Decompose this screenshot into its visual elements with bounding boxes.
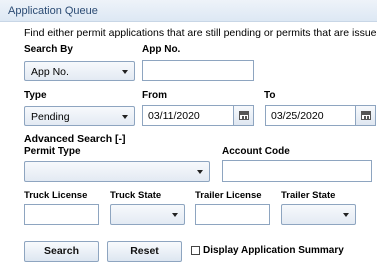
- chevron-down-icon: [197, 170, 203, 174]
- trailer-license-label: Trailer License: [195, 190, 262, 201]
- intro-text: Find either permit applications that are…: [24, 27, 377, 39]
- search-by-label: Search By: [24, 44, 73, 55]
- trailer-state-label: Trailer State: [281, 190, 336, 201]
- chevron-down-icon: [122, 115, 128, 119]
- summary-checkbox[interactable]: [191, 246, 200, 255]
- app-no-input[interactable]: [142, 60, 254, 81]
- panel-title: Application Queue: [8, 5, 98, 17]
- app-no-label: App No.: [142, 44, 181, 55]
- type-label: Type: [24, 90, 47, 101]
- search-button[interactable]: Search: [24, 241, 99, 262]
- from-label: From: [142, 90, 167, 101]
- from-calendar-button[interactable]: [233, 106, 253, 125]
- to-calendar-button[interactable]: [355, 106, 375, 125]
- type-value: Pending: [31, 111, 70, 123]
- calendar-icon: [361, 111, 371, 120]
- to-date-value: 03/25/2020: [271, 110, 324, 122]
- search-by-value: App No.: [31, 66, 69, 78]
- summary-checkbox-label[interactable]: Display Application Summary: [203, 245, 344, 256]
- trailer-license-input[interactable]: [195, 204, 270, 225]
- truck-state-label: Truck State: [110, 190, 162, 201]
- panel-header: Application Queue: [0, 0, 377, 22]
- search-by-select[interactable]: App No.: [24, 61, 135, 81]
- to-label: To: [264, 90, 276, 101]
- permit-type-select[interactable]: [24, 161, 210, 182]
- advanced-search-toggle[interactable]: Advanced Search [-]: [24, 133, 126, 145]
- calendar-icon: [239, 111, 249, 120]
- from-date-value: 03/11/2020: [148, 110, 200, 122]
- trailer-state-select[interactable]: [281, 204, 356, 225]
- chevron-down-icon: [343, 213, 349, 217]
- account-code-input[interactable]: [222, 160, 372, 182]
- reset-button[interactable]: Reset: [107, 241, 182, 262]
- truck-license-label: Truck License: [24, 190, 88, 201]
- to-date-field[interactable]: 03/25/2020: [265, 105, 376, 126]
- chevron-down-icon: [122, 70, 128, 74]
- from-date-field[interactable]: 03/11/2020: [142, 105, 254, 126]
- truck-state-select[interactable]: [110, 204, 185, 225]
- chevron-down-icon: [172, 213, 178, 217]
- type-select[interactable]: Pending: [24, 106, 135, 126]
- permit-type-label: Permit Type: [24, 146, 81, 157]
- account-code-label: Account Code: [222, 146, 290, 157]
- truck-license-input[interactable]: [24, 204, 99, 225]
